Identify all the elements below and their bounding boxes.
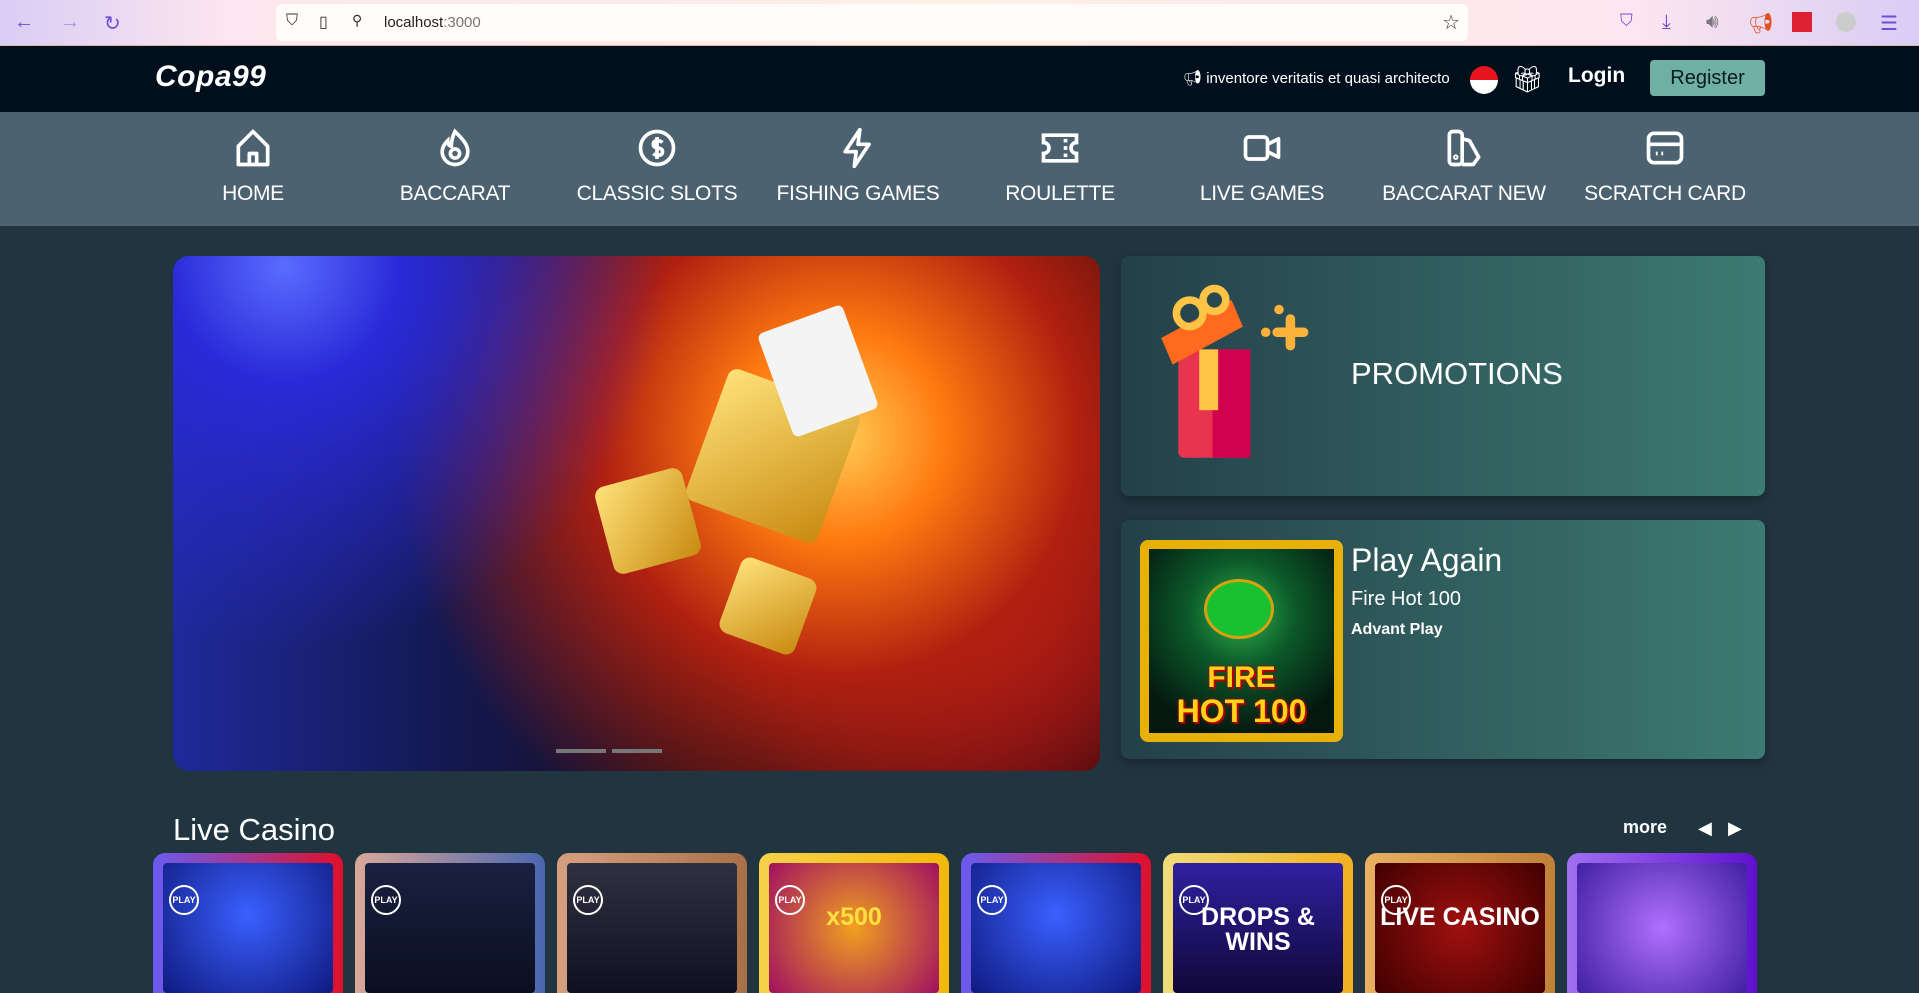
provider-badge: PLAY xyxy=(371,885,401,915)
fire-icon xyxy=(440,128,470,167)
game-card[interactable]: PLAY xyxy=(557,853,747,993)
provider-badge: PLAY xyxy=(169,885,199,915)
nav-roulette[interactable]: ROULETTE xyxy=(960,126,1160,206)
game-title-art: DROPS & WINS xyxy=(1201,903,1315,956)
game-thumbnail: PLAY DROPS & WINS xyxy=(1173,863,1343,993)
game-title-art: x500 xyxy=(826,903,882,931)
game-card[interactable]: PLAY DROPS & WINS xyxy=(1163,853,1353,993)
game-title-art: LIVE CASINO xyxy=(1380,903,1540,931)
provider-badge: PLAY xyxy=(573,885,603,915)
next-arrow-icon[interactable]: ▶ xyxy=(1728,818,1742,839)
back-icon[interactable]: ← xyxy=(14,11,34,34)
megaphone-icon: 📢︎ xyxy=(1183,70,1207,87)
forward-icon[interactable]: → xyxy=(60,11,80,34)
shield-icon[interactable]: ⛉ xyxy=(286,12,298,30)
game-provider: Advant Play xyxy=(1351,621,1443,638)
game-thumbnail: PLAY LIVE CASINO xyxy=(1375,863,1545,993)
language-flag-icon[interactable] xyxy=(1470,66,1498,94)
pocket-icon[interactable]: ⛉ xyxy=(1620,11,1633,31)
game-card[interactable] xyxy=(1567,853,1757,993)
more-link[interactable]: more xyxy=(1623,817,1667,838)
site-header: Copa99 📢︎ inventore veritatis et quasi a… xyxy=(0,46,1919,112)
logo[interactable]: Copa99 xyxy=(155,60,266,94)
nav-live-games[interactable]: LIVE GAMES xyxy=(1162,126,1362,206)
permissions-icon[interactable]: ⚲ xyxy=(352,12,362,29)
game-thumbnail: PLAY x500 xyxy=(769,863,939,993)
game-card[interactable]: PLAY LIVE CASINO xyxy=(1365,853,1555,993)
nav-baccarat-new[interactable]: BACCARAT NEW xyxy=(1364,126,1564,206)
carousel-dot[interactable] xyxy=(612,749,662,753)
category-nav: HOME BACCARAT CLASSIC SLOTS FISHING GAME… xyxy=(0,112,1919,226)
promotions-title: PROMOTIONS xyxy=(1351,356,1563,391)
menu-icon[interactable]: ☰ xyxy=(1880,11,1898,36)
section-title: Live Casino xyxy=(173,812,335,847)
lightning-icon xyxy=(843,127,871,169)
promotions-card[interactable]: PROMOTIONS xyxy=(1121,256,1765,496)
page-icon: ▯ xyxy=(319,14,328,31)
gift-icon[interactable]: 🎁︎ xyxy=(1511,64,1544,95)
game-thumbnail xyxy=(1577,863,1747,993)
extension-icon[interactable] xyxy=(1792,12,1812,32)
nav-home[interactable]: HOME xyxy=(153,126,353,206)
nav-fishing-games[interactable]: FISHING GAMES xyxy=(758,126,958,206)
carousel-indicators xyxy=(556,749,662,753)
clover-icon xyxy=(1204,579,1274,639)
game-card[interactable]: PLAY xyxy=(355,853,545,993)
megaphone-icon[interactable]: 📢︎ xyxy=(1748,11,1773,36)
reload-icon[interactable]: ↻ xyxy=(104,11,121,36)
prev-arrow-icon[interactable]: ◀ xyxy=(1698,818,1712,839)
game-thumbnail: PLAY xyxy=(163,863,333,993)
bookmark-star-icon[interactable]: ☆ xyxy=(1442,10,1460,35)
game-thumbnail: PLAY xyxy=(971,863,1141,993)
play-again-title: Play Again xyxy=(1351,542,1503,578)
home-icon xyxy=(236,129,270,167)
nav-baccarat[interactable]: BACCARAT xyxy=(355,126,555,206)
video-camera-icon xyxy=(1243,135,1281,161)
login-button[interactable]: Login xyxy=(1568,64,1625,88)
speaker-icon[interactable]: 🔊︎ xyxy=(1706,11,1719,34)
game-thumbnail[interactable]: FIRE HOT 100 xyxy=(1140,540,1343,742)
game-card[interactable]: PLAY xyxy=(961,853,1151,993)
game-thumbnail: PLAY xyxy=(365,863,535,993)
play-again-card[interactable]: FIRE HOT 100 Play Again Fire Hot 100 Adv… xyxy=(1121,520,1765,759)
dice-image xyxy=(716,554,820,658)
nav-classic-slots[interactable]: CLASSIC SLOTS xyxy=(557,126,757,206)
game-thumbnail: PLAY xyxy=(567,863,737,993)
swatch-icon xyxy=(1447,129,1481,167)
carousel-dot[interactable] xyxy=(556,749,606,753)
game-name: Fire Hot 100 xyxy=(1351,588,1462,610)
announcement: 📢︎ inventore veritatis et quasi architec… xyxy=(1183,70,1450,87)
hero-banner[interactable] xyxy=(173,256,1100,771)
dice-image xyxy=(592,465,704,577)
browser-toolbar: ← → ↻ ⛉ ▯ ⚲ localhost:3000 ☆ ⛉ ⤓ 🔊︎ 📢︎ ☰ xyxy=(0,0,1919,46)
url-text[interactable]: localhost:3000 xyxy=(384,14,481,31)
profile-icon[interactable] xyxy=(1836,12,1856,32)
url-bar[interactable]: ⛉ ▯ ⚲ localhost:3000 ☆ xyxy=(276,4,1468,41)
nav-scratch-card[interactable]: SCRATCH CARD xyxy=(1565,126,1765,206)
register-button[interactable]: Register xyxy=(1650,60,1765,96)
provider-badge: PLAY xyxy=(977,885,1007,915)
dollar-coin-icon xyxy=(638,129,676,167)
ticket-icon xyxy=(1041,133,1079,163)
game-card[interactable]: PLAY x500 xyxy=(759,853,949,993)
gift-box-icon xyxy=(1161,284,1309,458)
game-card[interactable]: PLAY xyxy=(153,853,343,993)
download-icon[interactable]: ⤓ xyxy=(1662,11,1671,34)
card-icon xyxy=(1646,131,1684,165)
